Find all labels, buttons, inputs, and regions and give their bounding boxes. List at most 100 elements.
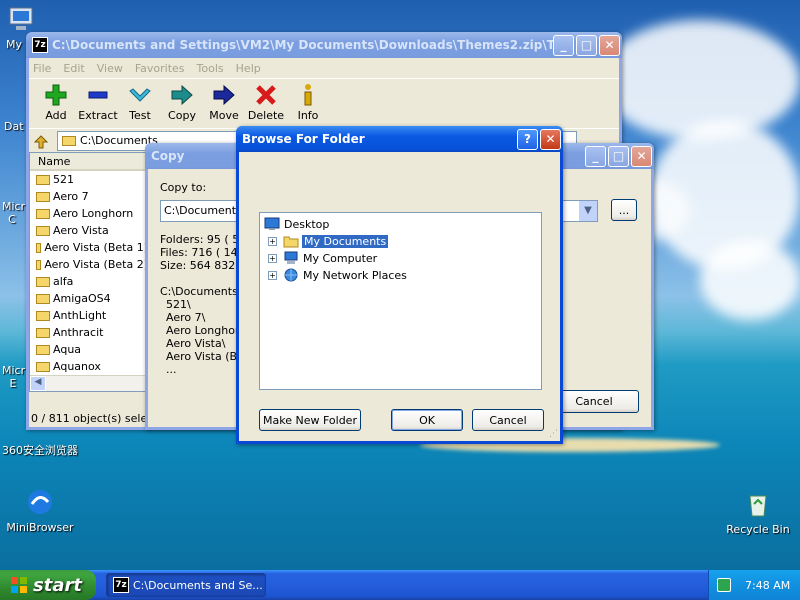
7zip-icon: 7z [113, 577, 129, 593]
file-row[interactable]: Aero Vista (Beta 2) [30, 256, 148, 273]
toolbar: Add Extract Test Copy Move Delete Info [29, 78, 619, 128]
expand-icon[interactable]: + [268, 270, 277, 280]
file-row[interactable]: Aero Vista [30, 222, 148, 239]
copy-arrow-icon [171, 84, 193, 106]
source-item: Aero 7\ [166, 311, 206, 324]
file-row[interactable]: Aquanox [30, 358, 148, 375]
folder-icon [36, 327, 50, 338]
make-new-folder-button[interactable]: Make New Folder [259, 409, 361, 431]
info-button[interactable]: Info [287, 83, 329, 122]
folder-icon [36, 208, 50, 219]
move-button[interactable]: Move [203, 83, 245, 122]
expand-icon[interactable]: + [268, 236, 277, 246]
file-name: Aqua [53, 343, 82, 356]
minibrowser-icon [28, 490, 52, 514]
horizontal-scrollbar[interactable]: ◀ [30, 375, 148, 391]
plus-icon [45, 84, 67, 106]
tree-item-my-computer[interactable]: + My Computer [268, 250, 377, 266]
clock[interactable]: 7:48 AM [745, 579, 790, 592]
file-row[interactable]: alfa [30, 273, 148, 290]
taskbar-item-label: C:\Documents and Se... [133, 578, 263, 592]
chevron-down-icon[interactable]: ▼ [579, 201, 597, 221]
menu-edit[interactable]: Edit [63, 62, 84, 75]
minus-icon [88, 91, 108, 99]
maximize-button[interactable]: □ [576, 34, 597, 56]
browse-dialog-title: Browse For Folder [242, 132, 365, 146]
menu-view[interactable]: View [97, 62, 123, 75]
tree-item-my-network-places[interactable]: + My Network Places [268, 267, 407, 283]
source-item: ... [166, 363, 177, 376]
browse-cancel-button[interactable]: Cancel [472, 409, 544, 431]
copy-to-label: Copy to: [160, 181, 207, 194]
taskbar-item-7zip[interactable]: 7z C:\Documents and Se... [106, 573, 266, 597]
ok-button[interactable]: OK [391, 409, 463, 431]
desktop-icon-recycle-bin[interactable]: Recycle Bin [718, 488, 798, 536]
tree-item-desktop[interactable]: Desktop [264, 216, 329, 232]
main-titlebar[interactable]: 7z C:\Documents and Settings\VM2\My Docu… [26, 32, 622, 58]
extract-button[interactable]: Extract [77, 83, 119, 122]
x-icon [256, 85, 276, 105]
test-button[interactable]: Test [119, 83, 161, 122]
folder-icon [36, 361, 50, 372]
help-button[interactable]: ? [517, 128, 538, 150]
browse-titlebar[interactable]: Browse For Folder ? ✕ [236, 126, 563, 152]
windows-logo-icon [11, 577, 27, 593]
copy-maximize-button[interactable]: □ [608, 145, 629, 167]
tree-label-desktop: Desktop [284, 217, 330, 231]
file-name: Aero Vista [53, 224, 109, 237]
desktop-label-micr-c: Micr C [2, 200, 26, 226]
file-row[interactable]: AnthLight [30, 307, 148, 324]
add-label: Add [45, 109, 67, 122]
close-button[interactable]: ✕ [599, 34, 620, 56]
menu-help[interactable]: Help [236, 62, 261, 75]
menu-file[interactable]: File [33, 62, 51, 75]
file-name: AnthLight [53, 309, 107, 322]
file-name: Aero Vista (Beta 2) [44, 258, 148, 271]
file-rows: 521 Aero 7 Aero Longhorn Aero Vista Aero Vis… [30, 171, 148, 391]
copy-close-button[interactable]: ✕ [631, 145, 652, 167]
file-row[interactable]: Aqua [30, 341, 148, 358]
column-header-name[interactable]: Name [30, 153, 148, 171]
start-button[interactable]: start [0, 570, 96, 600]
up-folder-icon[interactable] [33, 132, 51, 150]
file-row[interactable]: Aero 7 [30, 188, 148, 205]
folder-icon [36, 293, 50, 304]
menu-tools[interactable]: Tools [197, 62, 224, 75]
tree-label-my-computer: My Computer [303, 251, 378, 265]
browse-close-button[interactable]: ✕ [540, 128, 561, 150]
system-tray: 7:48 AM [708, 570, 800, 600]
copy-button[interactable]: Copy [161, 83, 203, 122]
resize-grip-icon[interactable]: ⋰ [549, 429, 558, 439]
browse-button[interactable]: ... [611, 199, 637, 221]
delete-label: Delete [247, 109, 285, 122]
info-icon [304, 84, 312, 106]
folder-tree[interactable]: Desktop + My Documents + My Computer + M… [259, 212, 542, 390]
desktop-icon-minibrowser[interactable]: MiniBrowser [0, 486, 80, 534]
file-name: Aero Vista (Beta 1) [44, 241, 148, 254]
folder-icon [62, 135, 76, 146]
delete-button[interactable]: Delete [245, 83, 287, 122]
file-row[interactable]: 521 [30, 171, 148, 188]
tray-app-icon[interactable] [717, 578, 731, 592]
file-name: Aquanox [53, 360, 101, 373]
file-row[interactable]: Aero Longhorn [30, 205, 148, 222]
status-bar: 0 / 811 object(s) selecte [31, 412, 149, 425]
file-row[interactable]: AmigaOS4 [30, 290, 148, 307]
folder-icon [36, 276, 50, 287]
source-item: Aero Longhorn [166, 324, 247, 337]
start-label: start [33, 574, 82, 596]
file-row[interactable]: Anthracit [30, 324, 148, 341]
file-row[interactable]: Aero Vista (Beta 1) [30, 239, 148, 256]
tree-item-my-documents[interactable]: + My Documents [268, 233, 389, 249]
tree-label-my-network-places: My Network Places [303, 268, 407, 282]
copy-minimize-button[interactable]: _ [585, 145, 606, 167]
extract-label: Extract [78, 109, 118, 122]
desktop-label-micr-e: Micr E [2, 364, 26, 390]
expand-icon[interactable]: + [268, 253, 277, 263]
minimize-button[interactable]: _ [553, 34, 574, 56]
scroll-left-icon[interactable]: ◀ [30, 376, 46, 391]
desktop-icon-360-browser[interactable]: 360安全浏览器 [0, 442, 80, 458]
add-button[interactable]: Add [35, 83, 77, 122]
desktop-label-recycle-bin: Recycle Bin [726, 523, 790, 536]
menu-favorites[interactable]: Favorites [135, 62, 185, 75]
